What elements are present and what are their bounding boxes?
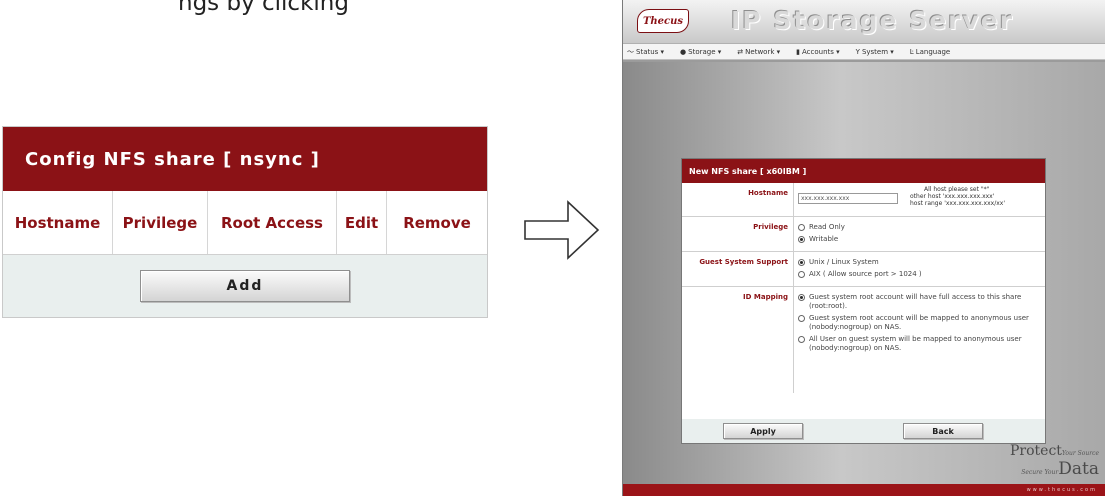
form-title: New NFS share [ x60IBM ]	[682, 159, 1045, 183]
guest-aix-option[interactable]: AIX ( Allow source port > 1024 )	[798, 270, 1041, 279]
accounts-icon: ▮	[796, 47, 800, 56]
guest-system-row: Guest System Support Unix / Linux System…	[682, 252, 1045, 287]
thecus-logo: Thecus	[637, 9, 689, 33]
radio-read-only[interactable]	[798, 224, 805, 231]
network-icon: ⇄	[737, 47, 744, 56]
add-button[interactable]: Add	[140, 270, 350, 302]
idmap-all-anon-option[interactable]: All User on guest system will be mapped …	[798, 335, 1041, 353]
menu-language[interactable]: Ŀ Language	[910, 48, 958, 56]
radio-root-anon[interactable]	[798, 315, 805, 322]
top-caption: ngs by clicking	[178, 0, 349, 16]
menu-status[interactable]: 〜 Status ▾	[627, 47, 672, 57]
column-root-access: Root Access	[208, 191, 337, 254]
menu-storage[interactable]: ● Storage ▾	[680, 48, 729, 56]
radio-unix[interactable]	[798, 259, 805, 266]
privilege-read-only-option[interactable]: Read Only	[798, 223, 1041, 232]
privilege-writable-option[interactable]: Writable	[798, 235, 1041, 244]
new-nfs-share-form: New NFS share [ x60IBM ] Hostname xxx.xx…	[681, 158, 1046, 444]
id-mapping-label: ID Mapping	[682, 287, 794, 393]
column-hostname: Hostname	[3, 191, 113, 254]
guest-system-label: Guest System Support	[682, 252, 794, 286]
hostname-row: Hostname xxx.xxx.xxx.xxx All host please…	[682, 183, 1045, 217]
apply-button[interactable]: Apply	[723, 423, 803, 439]
arrow-right-icon	[524, 200, 600, 260]
idmap-root-full-option[interactable]: Guest system root account will have full…	[798, 293, 1041, 311]
hostname-hint: All host please set "*" other host 'xxx.…	[910, 186, 1005, 207]
guest-unix-option[interactable]: Unix / Linux System	[798, 258, 1041, 267]
menu-system[interactable]: Y System ▾	[856, 48, 902, 56]
back-button[interactable]: Back	[903, 423, 983, 439]
thecus-header: Thecus IP Storage Server	[623, 0, 1105, 44]
thecus-window: Thecus IP Storage Server 〜 Status ▾ ● Stor…	[622, 0, 1105, 496]
language-icon: Ŀ	[909, 47, 914, 56]
panel-title: Config NFS share [ nsync ]	[3, 127, 487, 191]
radio-root-full[interactable]	[798, 294, 805, 301]
column-remove: Remove	[403, 213, 471, 232]
radio-writable[interactable]	[798, 236, 805, 243]
storage-icon: ●	[680, 47, 687, 56]
app-title: IP Storage Server	[731, 6, 1015, 35]
hostname-input[interactable]: xxx.xxx.xxx.xxx	[798, 193, 898, 204]
protect-slogan: ProtectYour Source Secure YourData	[1010, 443, 1099, 479]
form-footer: Apply Back	[682, 419, 1045, 443]
privilege-row: Privilege Read Only Writable	[682, 217, 1045, 252]
status-icon: 〜	[627, 47, 634, 56]
footer-bar: www.thecus.com	[623, 484, 1105, 496]
column-header-row: Hostname Privilege Root Access Edit Remo…	[3, 191, 487, 255]
add-row: Add	[3, 255, 487, 317]
column-privilege: Privilege	[113, 191, 208, 254]
hostname-label: Hostname	[682, 183, 794, 216]
column-edit: Edit	[337, 191, 387, 254]
radio-all-anon[interactable]	[798, 336, 805, 343]
privilege-label: Privilege	[682, 217, 794, 251]
system-icon: Y	[855, 47, 860, 56]
menu-network[interactable]: ⇄ Network ▾	[737, 48, 788, 56]
menu-accounts[interactable]: ▮ Accounts ▾	[796, 48, 848, 56]
footer-url: www.thecus.com	[1026, 487, 1097, 493]
idmap-root-anon-option[interactable]: Guest system root account will be mapped…	[798, 314, 1041, 332]
content-area: New NFS share [ x60IBM ] Hostname xxx.xx…	[623, 62, 1105, 494]
nfs-share-panel: Config NFS share [ nsync ] Hostname Priv…	[2, 126, 488, 318]
radio-aix[interactable]	[798, 271, 805, 278]
id-mapping-row: ID Mapping Guest system root account wil…	[682, 287, 1045, 393]
main-menu: 〜 Status ▾ ● Storage ▾ ⇄ Network ▾ ▮ Account…	[623, 44, 1105, 60]
